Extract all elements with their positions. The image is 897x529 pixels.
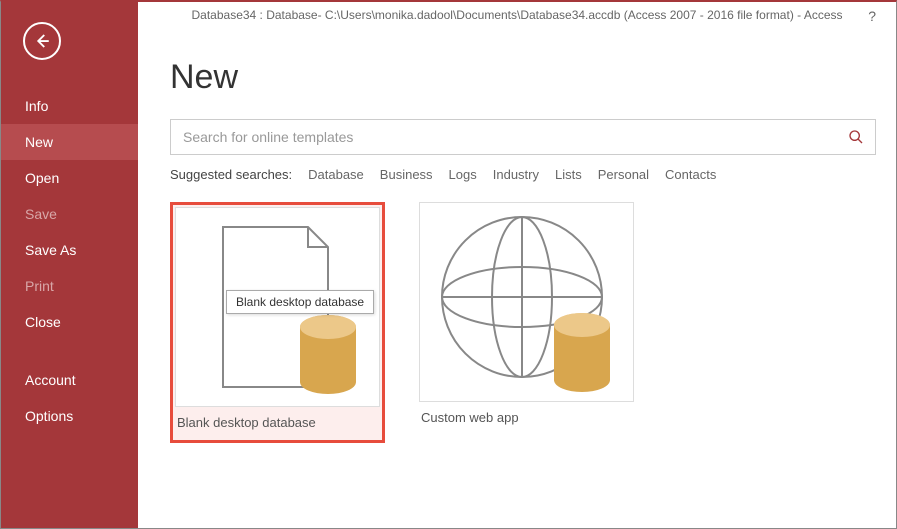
template-label: Custom web app xyxy=(419,402,634,433)
suggested-link-personal[interactable]: Personal xyxy=(598,167,649,182)
web-app-icon xyxy=(427,207,627,397)
search-input[interactable] xyxy=(171,120,837,154)
window-title: Database34 : Database- C:\Users\monika.d… xyxy=(138,8,896,22)
suggested-link-business[interactable]: Business xyxy=(380,167,433,182)
template-label: Blank desktop database xyxy=(175,407,380,438)
sidebar-item-save: Save xyxy=(1,196,138,232)
help-button[interactable]: ? xyxy=(868,8,876,24)
sidebar-item-new[interactable]: New xyxy=(1,124,138,160)
sidebar-item-close[interactable]: Close xyxy=(1,304,138,340)
template-custom-web-app[interactable]: Custom web app xyxy=(419,202,634,443)
arrow-left-icon xyxy=(33,32,51,50)
search-button[interactable] xyxy=(837,120,875,154)
page-title: New xyxy=(170,58,876,97)
template-thumb xyxy=(419,202,634,402)
suggested-link-contacts[interactable]: Contacts xyxy=(665,167,716,182)
main-content: Database34 : Database- C:\Users\monika.d… xyxy=(138,2,896,528)
search-icon xyxy=(848,129,864,145)
suggested-label: Suggested searches: xyxy=(170,167,292,182)
blank-db-icon xyxy=(193,217,363,397)
sidebar-item-account[interactable]: Account xyxy=(1,362,138,398)
suggested-link-lists[interactable]: Lists xyxy=(555,167,582,182)
template-gallery: Blank desktop database Blank desktop dat… xyxy=(170,202,876,443)
suggested-searches: Suggested searches: Database Business Lo… xyxy=(170,167,876,182)
sidebar-item-info[interactable]: Info xyxy=(1,88,138,124)
suggested-link-database[interactable]: Database xyxy=(308,167,364,182)
sidebar-item-open[interactable]: Open xyxy=(1,160,138,196)
sidebar-item-options[interactable]: Options xyxy=(1,398,138,434)
search-row xyxy=(170,119,876,155)
back-button[interactable] xyxy=(23,22,61,60)
template-blank-desktop-database[interactable]: Blank desktop database Blank desktop dat… xyxy=(170,202,385,443)
backstage-sidebar: Info New Open Save Save As Print Close A… xyxy=(1,2,138,528)
suggested-link-logs[interactable]: Logs xyxy=(449,167,477,182)
sidebar-item-print: Print xyxy=(1,268,138,304)
sidebar-item-saveas[interactable]: Save As xyxy=(1,232,138,268)
template-thumb: Blank desktop database xyxy=(175,207,380,407)
suggested-link-industry[interactable]: Industry xyxy=(493,167,539,182)
